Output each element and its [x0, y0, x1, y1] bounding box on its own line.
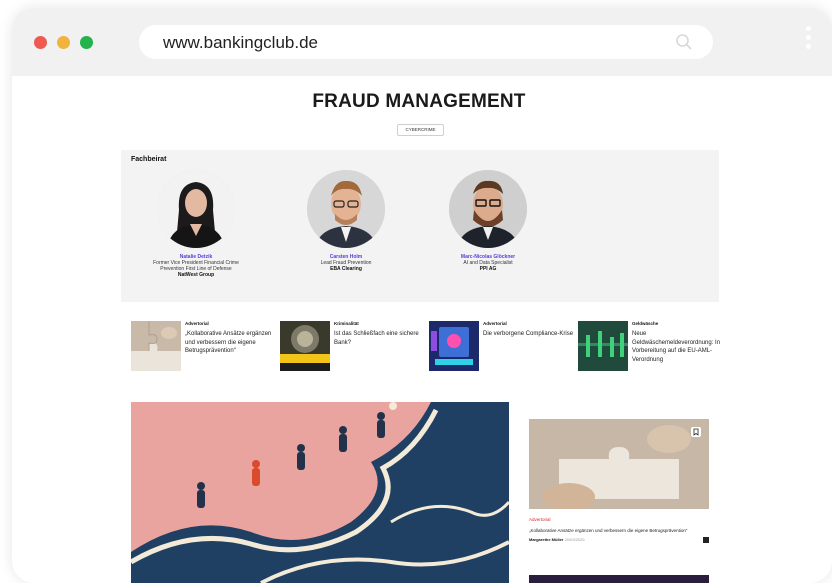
url-text[interactable]: www.bankingclub.de — [163, 33, 318, 53]
article-thumbnail — [429, 321, 479, 371]
address-bar[interactable]: www.bankingclub.de — [139, 25, 713, 59]
board-member[interactable]: Carsten Holm Lead Fraud Prevention EBA C… — [281, 170, 411, 272]
browser-window: www.bankingclub.de FRAUD MANAGEMENT CYBE… — [12, 8, 832, 583]
advisory-board: Fachbeirat Natalie Detzik Former Vice Pr… — [121, 150, 719, 302]
topic-tag[interactable]: CYBERCRIME — [397, 124, 444, 136]
page-content: FRAUD MANAGEMENT CYBERCRIME Fachbeirat N… — [12, 76, 832, 583]
card-date: 20/03/2025 — [564, 537, 585, 542]
card-image — [529, 419, 709, 509]
page-title: FRAUD MANAGEMENT — [312, 91, 526, 112]
article-category: Advertorial — [185, 321, 209, 326]
article-thumbnail — [280, 321, 330, 371]
avatar — [449, 170, 527, 248]
article-category: Kriminalität — [334, 321, 359, 326]
member-organization: EBA Clearing — [330, 266, 362, 272]
article-thumbnail — [578, 321, 628, 371]
article-title[interactable]: Die verborgene Compliance-Krise — [483, 330, 578, 339]
avatar — [307, 170, 385, 248]
article-teaser[interactable]: Kriminalität Ist das Schließfach eine si… — [280, 321, 430, 391]
article-teaser[interactable]: Geldwäsche Neue Geldwäschemeldeverordnun… — [578, 321, 728, 391]
search-icon[interactable] — [675, 33, 693, 51]
bookmark-icon[interactable] — [691, 427, 701, 437]
article-teaser[interactable]: Advertorial „Kollaborative Ansätze ergän… — [131, 321, 281, 391]
board-member[interactable]: Natalie Detzik Former Vice President Fin… — [131, 170, 261, 278]
board-member[interactable]: Marc-Nicolas Glöckner AI and Data Specia… — [423, 170, 553, 272]
kebab-menu-icon[interactable] — [804, 26, 812, 58]
second-card-image[interactable] — [529, 575, 709, 583]
member-organization: PPI AG — [479, 266, 497, 272]
card-author[interactable]: Margarethe Müller — [529, 537, 563, 542]
member-organization: NatWest Group — [177, 272, 215, 278]
article-thumbnail — [131, 321, 181, 371]
maximize-window-icon[interactable] — [80, 36, 93, 49]
article-category: Advertorial — [483, 321, 507, 326]
card-meta: Margarethe Müller 20/03/2025 — [529, 537, 709, 543]
minimize-window-icon[interactable] — [57, 36, 70, 49]
bookmark-icon[interactable] — [703, 537, 709, 543]
browser-toolbar: www.bankingclub.de — [12, 8, 832, 76]
card-category: Advertorial — [529, 517, 551, 522]
board-title: Fachbeirat — [131, 156, 167, 163]
article-teaser[interactable]: Advertorial Die verborgene Compliance-Kr… — [429, 321, 579, 391]
close-window-icon[interactable] — [34, 36, 47, 49]
article-category: Geldwäsche — [632, 321, 659, 326]
article-title[interactable]: Neue Geldwäschemeldeverordnung: In Vorbe… — [632, 330, 727, 364]
hero-image[interactable] — [131, 402, 509, 583]
article-title[interactable]: Ist das Schließfach eine sichere Bank? — [334, 330, 429, 347]
avatar — [157, 170, 235, 248]
card-title[interactable]: „Kollaborative Ansätze ergänzen und verb… — [529, 527, 699, 534]
article-title[interactable]: „Kollaborative Ansätze ergänzen und verb… — [185, 330, 280, 356]
featured-article-card[interactable]: Advertorial „Kollaborative Ansätze ergän… — [529, 419, 709, 543]
